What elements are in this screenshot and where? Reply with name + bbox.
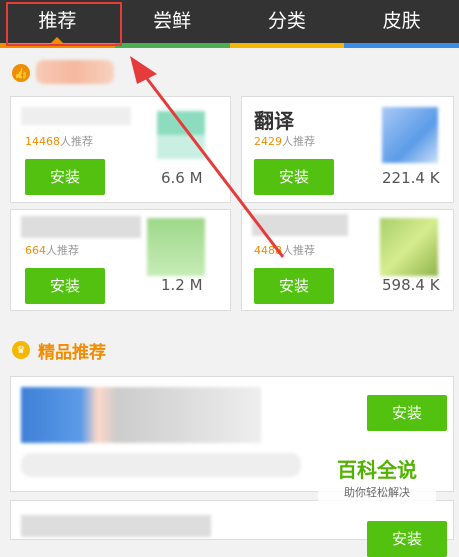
watermark-logo: 百科全说 助你轻松解决 (318, 456, 436, 506)
blurred-description (21, 453, 301, 477)
featured-section-header: ♛ 精品推荐 (0, 333, 459, 367)
blurred-featured-content (21, 387, 261, 443)
featured-title: 精品推荐 (38, 342, 106, 363)
blurred-featured-content (21, 515, 211, 537)
featured-item-2[interactable]: 安装 (10, 500, 454, 557)
watermark-title: 百科全说 (337, 458, 417, 482)
install-button[interactable]: 安装 (367, 521, 447, 557)
watermark-subtitle: 助你轻松解决 (344, 486, 410, 499)
crown-icon: ♛ (12, 341, 30, 359)
install-button[interactable]: 安装 (367, 395, 447, 431)
